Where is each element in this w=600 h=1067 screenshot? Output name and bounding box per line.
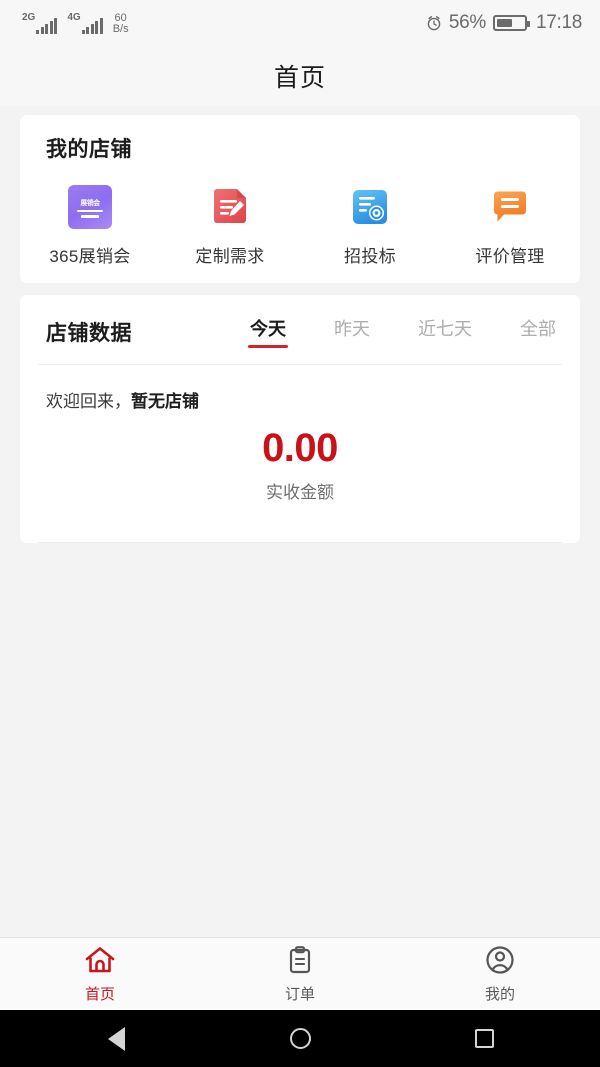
shop-data-title: 店铺数据 xyxy=(46,321,132,345)
app-screen: 2G 4G 60 B/s 56% 17:18 首页 我的店铺 展销会 365展销… xyxy=(0,0,600,1067)
expo-badge-icon: 展销会 xyxy=(68,185,112,229)
tab-home-label: 首页 xyxy=(84,986,115,1003)
document-pencil-icon xyxy=(208,185,252,229)
home-circle-icon[interactable] xyxy=(288,1027,312,1051)
my-shop-title: 我的店铺 xyxy=(46,138,132,161)
android-navigation-bar xyxy=(0,1010,600,1067)
back-triangle-icon[interactable] xyxy=(104,1026,128,1051)
battery-percent-label: 56% xyxy=(448,11,486,33)
page-title-bar: 首页 xyxy=(0,45,600,106)
network-type-label-2: 4G xyxy=(67,11,81,23)
tab-orders-label: 订单 xyxy=(284,986,315,1003)
shop-data-tabs: 今天 昨天 近七天 全部 xyxy=(248,315,556,348)
signal-bars-icon-2 xyxy=(81,17,103,34)
signal-indicator-2: 4G xyxy=(67,11,103,34)
network-type-label-1: 2G xyxy=(22,11,36,23)
clock-label: 17:18 xyxy=(535,11,582,33)
signal-indicator-1: 2G xyxy=(22,11,58,34)
tab-all[interactable]: 全部 xyxy=(520,315,556,348)
battery-icon xyxy=(492,14,530,31)
tab-orders[interactable]: 订单 xyxy=(200,944,400,1004)
document-target-icon xyxy=(348,185,392,229)
shortcut-custom-demand-label: 定制需求 xyxy=(195,247,265,266)
tab-yesterday[interactable]: 昨天 xyxy=(334,315,370,348)
status-bar: 2G 4G 60 B/s 56% 17:18 xyxy=(0,0,600,45)
network-speed-value: 60 xyxy=(114,11,127,24)
network-speed: 60 B/s xyxy=(112,11,129,35)
user-circle-icon xyxy=(484,944,516,976)
recents-square-icon[interactable] xyxy=(472,1027,496,1051)
tab-home[interactable]: 首页 xyxy=(0,944,200,1004)
tab-today[interactable]: 今天 xyxy=(248,315,288,348)
shortcut-review-management[interactable]: 评价管理 xyxy=(440,185,580,267)
revenue-caption: 实收金额 xyxy=(266,483,334,502)
home-icon xyxy=(84,944,116,976)
shortcut-review-management-label: 评价管理 xyxy=(475,247,545,266)
welcome-prefix: 欢迎回来， xyxy=(46,392,131,411)
bottom-tab-bar: 首页 订单 我的 xyxy=(0,937,600,1010)
tab-mine-label: 我的 xyxy=(484,986,515,1003)
my-shop-card: 我的店铺 展销会 365展销会 定制需求 招投标 评价管理 xyxy=(20,115,580,283)
network-speed-unit: B/s xyxy=(112,22,129,35)
shortcut-custom-demand[interactable]: 定制需求 xyxy=(160,185,300,267)
status-bar-left: 2G 4G 60 B/s xyxy=(22,12,129,34)
shop-shortcut-grid: 展销会 365展销会 定制需求 招投标 评价管理 xyxy=(20,185,580,267)
shop-data-divider-bottom xyxy=(38,542,562,543)
shortcut-expo-label: 365展销会 xyxy=(49,247,131,266)
page-title: 首页 xyxy=(273,63,326,92)
tab-last-seven-days[interactable]: 近七天 xyxy=(418,315,472,348)
expo-icon-text: 展销会 xyxy=(80,199,100,207)
revenue-value: 0.00 xyxy=(262,426,338,470)
shortcut-bidding-label: 招投标 xyxy=(344,247,396,266)
shortcut-expo[interactable]: 展销会 365展销会 xyxy=(20,185,160,267)
shop-name: 暂无店铺 xyxy=(131,392,199,411)
speech-bubble-icon xyxy=(488,185,532,229)
shop-data-footer xyxy=(20,503,580,543)
status-bar-right: 56% 17:18 xyxy=(426,12,582,34)
page-content: 我的店铺 展销会 365展销会 定制需求 招投标 评价管理 店铺数据 今天 昨天… xyxy=(0,106,600,937)
welcome-message: 欢迎回来，暂无店铺 xyxy=(20,365,580,412)
clipboard-icon xyxy=(284,944,316,976)
alarm-clock-icon xyxy=(426,15,442,31)
shop-data-header: 店铺数据 今天 昨天 近七天 全部 xyxy=(20,295,580,364)
shortcut-bidding[interactable]: 招投标 xyxy=(300,185,440,267)
revenue-stat: 0.00 实收金额 xyxy=(20,426,580,503)
shop-data-card: 店铺数据 今天 昨天 近七天 全部 欢迎回来，暂无店铺 0.00 实收金额 xyxy=(20,295,580,543)
signal-bars-icon-1 xyxy=(36,17,58,34)
tab-mine[interactable]: 我的 xyxy=(400,944,600,1004)
